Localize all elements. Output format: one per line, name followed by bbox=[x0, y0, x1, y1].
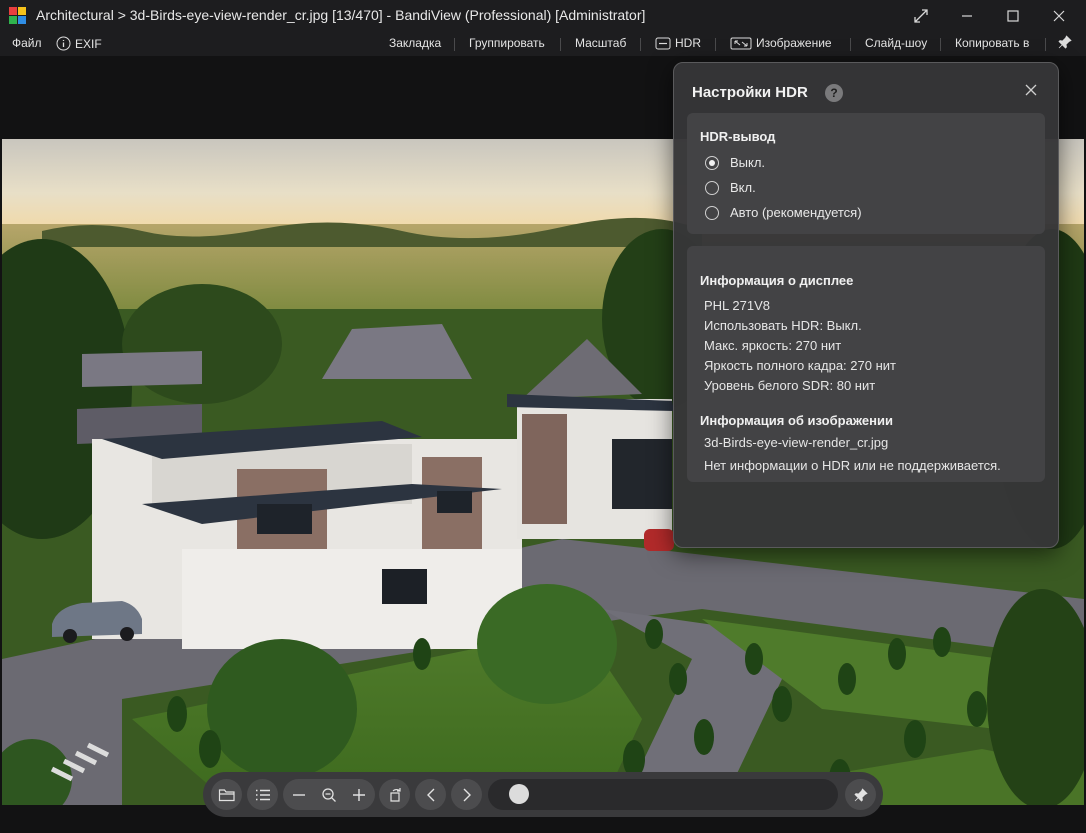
menu-slideshow[interactable]: Слайд-шоу bbox=[865, 36, 927, 50]
window-title: Architectural > 3d-Birds-eye-view-render… bbox=[36, 7, 646, 23]
hdr-option-auto[interactable]: Авто (рекомендуется) bbox=[705, 205, 862, 220]
image-position-slider[interactable] bbox=[488, 779, 838, 810]
menu-separator bbox=[940, 38, 941, 51]
prev-icon[interactable] bbox=[415, 779, 446, 810]
info-section: Информация о дисплее PHL 271V8 Использов… bbox=[687, 246, 1045, 482]
title-bar: Architectural > 3d-Birds-eye-view-render… bbox=[0, 0, 1086, 31]
help-icon[interactable]: ? bbox=[825, 84, 843, 102]
menu-file[interactable]: Файл bbox=[12, 36, 42, 50]
display-info-line: Использовать HDR: Выкл. bbox=[704, 318, 862, 333]
hdr-output-section: HDR-вывод Выкл. Вкл. Авто (рекомендуется… bbox=[687, 113, 1045, 234]
zoom-out-icon[interactable] bbox=[283, 779, 314, 810]
display-info-line: Макс. яркость: 270 нит bbox=[704, 338, 842, 353]
menu-copy-to[interactable]: Копировать в bbox=[955, 36, 1029, 50]
hdr-panel-title: Настройки HDR bbox=[692, 84, 808, 101]
menu-hdr[interactable]: HDR bbox=[655, 36, 701, 50]
panel-close-icon[interactable] bbox=[1020, 79, 1042, 101]
menu-exif[interactable]: EXIF bbox=[56, 36, 102, 51]
bottom-toolbar bbox=[203, 772, 883, 817]
display-info-heading: Информация о дисплее bbox=[700, 273, 854, 288]
menu-hdr-label: HDR bbox=[675, 36, 701, 50]
image-info-line: Нет информации о HDR или не поддерживает… bbox=[704, 458, 1001, 473]
hdr-option-off[interactable]: Выкл. bbox=[705, 155, 765, 170]
list-icon[interactable] bbox=[247, 779, 278, 810]
display-info-line: Уровень белого SDR: 80 нит bbox=[704, 378, 876, 393]
info-icon bbox=[56, 36, 71, 51]
hdr-option-on[interactable]: Вкл. bbox=[705, 180, 756, 195]
menu-image[interactable]: Изображение bbox=[730, 36, 832, 50]
radio-button[interactable] bbox=[705, 155, 719, 170]
menu-separator bbox=[715, 38, 716, 51]
maximize-button[interactable] bbox=[990, 0, 1036, 31]
image-info-line: 3d-Birds-eye-view-render_cr.jpg bbox=[704, 435, 889, 450]
zoom-fit-icon[interactable] bbox=[313, 779, 344, 810]
radio-button[interactable] bbox=[705, 180, 719, 195]
menu-group[interactable]: Группировать bbox=[469, 36, 545, 50]
menu-separator bbox=[1045, 38, 1046, 51]
menu-separator bbox=[560, 38, 561, 51]
menu-separator bbox=[850, 38, 851, 51]
close-button[interactable] bbox=[1036, 0, 1082, 31]
slider-knob[interactable] bbox=[509, 784, 530, 804]
image-resize-icon bbox=[730, 37, 752, 49]
hdr-option-label: Выкл. bbox=[730, 155, 766, 170]
radio-button[interactable] bbox=[705, 205, 719, 220]
pin-icon[interactable] bbox=[845, 779, 876, 810]
menu-exif-label: EXIF bbox=[75, 36, 102, 51]
image-info-heading: Информация об изображении bbox=[700, 413, 893, 428]
hdr-icon bbox=[655, 37, 671, 49]
menu-bookmark[interactable]: Закладка bbox=[389, 36, 441, 50]
next-icon[interactable] bbox=[451, 779, 482, 810]
bandiview-logo-icon bbox=[9, 7, 26, 24]
menu-separator bbox=[640, 38, 641, 51]
hdr-output-heading: HDR-вывод bbox=[700, 129, 776, 144]
display-info-line: Яркость полного кадра: 270 нит bbox=[704, 358, 896, 373]
hdr-option-label: Вкл. bbox=[730, 180, 756, 195]
menu-pin-icon[interactable] bbox=[1058, 35, 1072, 49]
image-viewer[interactable]: Настройки HDR ? HDR-вывод Выкл. Вкл. Авт… bbox=[0, 56, 1086, 833]
hdr-settings-panel: Настройки HDR ? HDR-вывод Выкл. Вкл. Авт… bbox=[673, 62, 1059, 548]
minimize-button[interactable] bbox=[944, 0, 990, 31]
menu-image-label: Изображение bbox=[756, 36, 832, 50]
display-info-line: PHL 271V8 bbox=[704, 298, 771, 313]
fullscreen-icon[interactable] bbox=[898, 0, 944, 31]
menu-scale[interactable]: Масштаб bbox=[575, 36, 626, 50]
menu-bar: Файл EXIF Закладка Группировать Масштаб … bbox=[0, 31, 1086, 56]
zoom-in-icon[interactable] bbox=[343, 779, 374, 810]
menu-separator bbox=[454, 38, 455, 51]
rotate-icon[interactable] bbox=[379, 779, 410, 810]
hdr-option-label: Авто (рекомендуется) bbox=[730, 205, 862, 220]
folder-icon[interactable] bbox=[211, 779, 242, 810]
